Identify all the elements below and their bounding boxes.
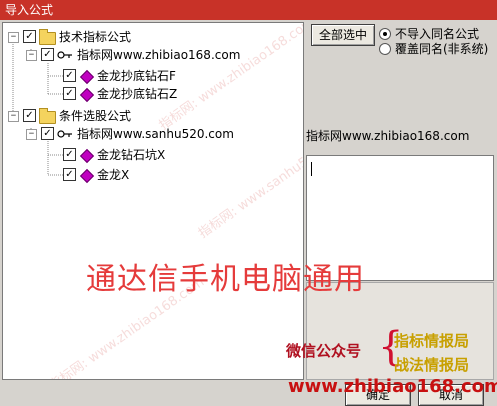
window-title: 导入公式 xyxy=(5,3,54,17)
brand-name-1: 指标情报局 xyxy=(394,332,470,350)
text-caret xyxy=(311,162,312,176)
tree-source-screener[interactable]: − ✓ 指标网www.sanhu520.com xyxy=(3,125,293,143)
group-label: 条件选股公式 xyxy=(59,109,132,123)
key-icon xyxy=(57,51,72,59)
item-checkbox[interactable]: ✓ xyxy=(63,69,76,82)
formula-gem-icon xyxy=(79,69,95,85)
tree-item[interactable]: ✓ 金龙抄底钻石Z xyxy=(3,85,203,103)
collapse-toggle-icon[interactable]: − xyxy=(8,111,19,122)
wechat-label: 微信公众号 xyxy=(286,342,362,360)
formula-source-label: 指标网www.zhibiao168.com xyxy=(306,129,470,143)
tree-group-indicator[interactable]: − ✓ 技术指标公式 xyxy=(3,28,283,46)
group-checkbox[interactable]: ✓ xyxy=(23,30,36,43)
formula-gem-icon xyxy=(79,87,95,103)
select-all-button[interactable]: 全部选中 xyxy=(311,24,375,46)
collapse-toggle-icon[interactable]: − xyxy=(26,50,37,61)
source-checkbox[interactable]: ✓ xyxy=(41,127,54,140)
brand-name-2: 战法情报局 xyxy=(394,356,470,374)
formula-gem-icon xyxy=(79,168,95,184)
promo-headline: 通达信手机电脑通用 xyxy=(86,262,365,297)
promo-url: www.zhibiao168.com xyxy=(288,376,497,397)
group-label: 技术指标公式 xyxy=(59,30,132,44)
tree-group-screener[interactable]: − ✓ 条件选股公式 xyxy=(3,107,283,125)
source-checkbox[interactable]: ✓ xyxy=(41,48,54,61)
collapse-toggle-icon[interactable]: − xyxy=(8,32,19,43)
radio-label: 覆盖同名(非系统) xyxy=(395,42,489,56)
tree-item[interactable]: ✓ 金龙X xyxy=(3,166,203,184)
group-checkbox[interactable]: ✓ xyxy=(23,109,36,122)
formula-tree[interactable]: − ✓ 技术指标公式 − ✓ 指标网www.zhibiao168.com ✓ 金… xyxy=(2,22,304,380)
radio-button[interactable] xyxy=(379,43,391,55)
item-label: 金龙抄底钻石F xyxy=(97,69,176,83)
item-label: 金龙抄底钻石Z xyxy=(97,87,178,101)
item-checkbox[interactable]: ✓ xyxy=(63,148,76,161)
radio-label: 不导入同名公式 xyxy=(395,27,480,41)
radio-button[interactable] xyxy=(379,28,391,40)
folder-icon xyxy=(39,108,56,124)
formula-gem-icon xyxy=(79,148,95,164)
item-label: 金龙钻石坑X xyxy=(97,148,166,162)
item-checkbox[interactable]: ✓ xyxy=(63,87,76,100)
collapse-toggle-icon[interactable]: − xyxy=(26,129,37,140)
tree-item[interactable]: ✓ 金龙钻石坑X xyxy=(3,146,203,164)
radio-overwrite-same-name[interactable]: 覆盖同名(非系统) xyxy=(379,42,494,56)
item-label: 金龙X xyxy=(97,168,130,182)
item-checkbox[interactable]: ✓ xyxy=(63,168,76,181)
tree-item[interactable]: ✓ 金龙抄底钻石F xyxy=(3,67,203,85)
source-label: 指标网www.sanhu520.com xyxy=(77,127,234,141)
source-label: 指标网www.zhibiao168.com xyxy=(77,48,241,62)
key-icon xyxy=(57,130,72,138)
radio-no-import-same-name[interactable]: 不导入同名公式 xyxy=(379,27,494,41)
folder-icon xyxy=(39,29,56,45)
title-bar: 导入公式 xyxy=(0,0,497,20)
